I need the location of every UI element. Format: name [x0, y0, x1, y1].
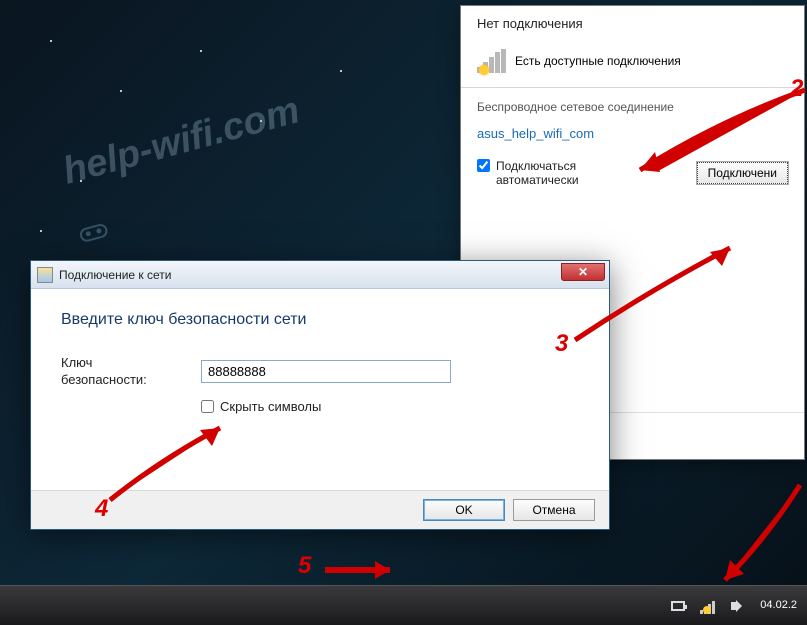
taskbar: 04.02.2: [0, 585, 807, 625]
dialog-heading: Введите ключ безопасности сети: [61, 311, 579, 329]
tray-network-icon[interactable]: [700, 598, 716, 614]
tray-clock[interactable]: 04.02.2: [760, 599, 797, 612]
auto-connect-checkbox[interactable]: [477, 159, 490, 172]
hide-chars-checkbox[interactable]: [201, 400, 214, 413]
security-key-input[interactable]: [201, 360, 451, 383]
dialog-icon: [37, 267, 53, 283]
status-text: Есть доступные подключения: [515, 54, 681, 68]
section-label: Беспроводное сетевое соединение: [461, 88, 804, 118]
flyout-title: Нет подключения: [477, 16, 788, 31]
ok-button[interactable]: OK: [423, 499, 505, 521]
tray-volume-icon[interactable]: [730, 598, 746, 614]
connect-button[interactable]: Подключени: [697, 162, 788, 184]
dialog-titlebar[interactable]: Подключение к сети ✕: [31, 261, 609, 289]
tray-power-icon[interactable]: [670, 598, 686, 614]
wifi-network-item[interactable]: asus_help_wifi_com: [461, 118, 804, 149]
dialog-title: Подключение к сети: [59, 268, 171, 282]
cancel-button[interactable]: Отмена: [513, 499, 595, 521]
connect-dialog: Подключение к сети ✕ Введите ключ безопа…: [30, 260, 610, 530]
signal-icon: [477, 49, 505, 73]
hide-chars-label: Скрыть символы: [220, 399, 321, 414]
close-button[interactable]: ✕: [561, 263, 605, 281]
security-key-label: Ключ безопасности:: [61, 355, 201, 389]
auto-connect-label: Подключаться автоматически: [496, 159, 579, 188]
